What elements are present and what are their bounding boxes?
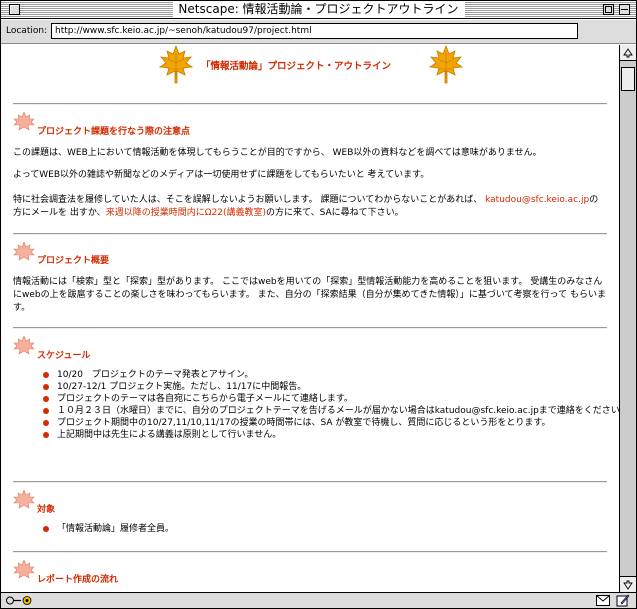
page-header: 「情報活動論」プロジェクト・アウトライン	[1, 45, 619, 101]
list-item: プロジェクト期間中の10/27,11/10,11/17の授業の時間帯には、SA …	[43, 417, 613, 429]
mail-icon[interactable]	[596, 595, 610, 606]
paragraph-text: の	[589, 195, 599, 205]
scroll-down-arrow[interactable]	[620, 576, 636, 592]
maple-leaf-icon	[429, 45, 463, 84]
small-leaf-icon	[13, 559, 35, 579]
paragraph: この課題は、WEB上において情報活動を体現してもらうことが目的ですから、 WEB…	[13, 148, 542, 158]
page-title: 「情報活動論」プロジェクト・アウトライン	[201, 61, 392, 72]
list-item: 10/20 プロジェクトのテーマ発表とアサイン。	[43, 369, 613, 381]
section-heading: プロジェクト概要	[37, 256, 110, 266]
browser-window: Netscape: 情報活動論・プロジェクトアウトライン Location: h…	[0, 0, 637, 609]
paragraph-text: 方にメールを 出すか、	[13, 208, 106, 218]
section-heading: レポート作成の流れ	[37, 575, 119, 585]
small-leaf-icon	[13, 489, 35, 509]
divider	[13, 233, 607, 235]
title-bar[interactable]: Netscape: 情報活動論・プロジェクトアウトライン	[1, 1, 636, 19]
status-bar	[1, 592, 636, 608]
down-arrow-icon	[623, 580, 633, 590]
close-box[interactable]	[9, 4, 20, 15]
small-leaf-icon	[13, 241, 35, 261]
divider	[13, 481, 607, 483]
location-label: Location:	[6, 26, 48, 36]
paragraph-text: 特に社会調査法を履修していた人は、そこを誤解しないようお願いします。 課題につい…	[13, 195, 486, 205]
collapse-box[interactable]	[619, 4, 630, 15]
compose-icon[interactable]	[616, 594, 630, 607]
divider	[13, 103, 607, 105]
small-leaf-icon	[13, 335, 35, 355]
scroll-thumb[interactable]	[621, 67, 635, 91]
zoom-box[interactable]	[603, 4, 614, 15]
up-arrow-icon	[623, 48, 633, 58]
location-bar: Location: http://www.sfc.keio.ac.jp/~sen…	[1, 20, 636, 44]
paragraph-text: の方に来て、SAに尋ねて下さい。	[266, 208, 404, 218]
page-content: 「情報活動論」プロジェクト・アウトライン プロジェクト課題を行なう際の注意点 こ…	[1, 45, 619, 592]
scroll-up-arrow[interactable]	[620, 45, 636, 61]
window-title: Netscape: 情報活動論・プロジェクトアウトライン	[172, 2, 465, 17]
paragraph: 特に社会調査法を履修していた人は、そこを誤解しないようお願いします。 課題につい…	[13, 194, 608, 220]
paragraph: よってWEB以外の雑誌や新聞などのメディアは一切使用せずに課題をしてもらいたいと…	[13, 170, 430, 180]
maple-leaf-icon	[159, 45, 193, 84]
classroom-link[interactable]: 来週以降の授業時間内にΩ22(講義教室)	[106, 208, 266, 218]
schedule-list: 10/20 プロジェクトのテーマ発表とアサイン。 10/27-12/1 プロジェ…	[43, 369, 619, 441]
divider	[13, 551, 607, 553]
list-item: 10/27-12/1 プロジェクト実施。ただし、11/17に中間報告。	[43, 381, 613, 393]
list-item: プロジェクトのテーマは各自宛にこちらから電子メールにて連絡します。	[43, 393, 613, 405]
paragraph: 情報活動には「検索」型と「探索」型があります。 ここではwebを用いての「探索」…	[13, 277, 606, 313]
security-key-icon[interactable]	[5, 594, 33, 607]
email-link[interactable]: katudou@sfc.keio.ac.jp	[485, 195, 589, 205]
list-item: 「情報活動論」履修者全員。	[43, 523, 613, 535]
list-item: １０月２３日（水曜日）までに、自分のプロジェクトテーマを告げるメールが届かない場…	[43, 405, 619, 417]
section-heading: スケジュール	[37, 351, 91, 361]
target-list: 「情報活動論」履修者全員。	[43, 523, 613, 535]
divider	[13, 327, 607, 329]
vertical-scrollbar[interactable]	[619, 45, 636, 592]
url-field[interactable]: http://www.sfc.keio.ac.jp/~senoh/katudou…	[51, 23, 578, 39]
section-heading: プロジェクト課題を行なう際の注意点	[37, 127, 191, 137]
small-leaf-icon	[13, 111, 35, 131]
section-heading: 対象	[37, 505, 56, 515]
list-item: 上記期間中は先生による講義は原則として行いません。	[43, 429, 613, 441]
